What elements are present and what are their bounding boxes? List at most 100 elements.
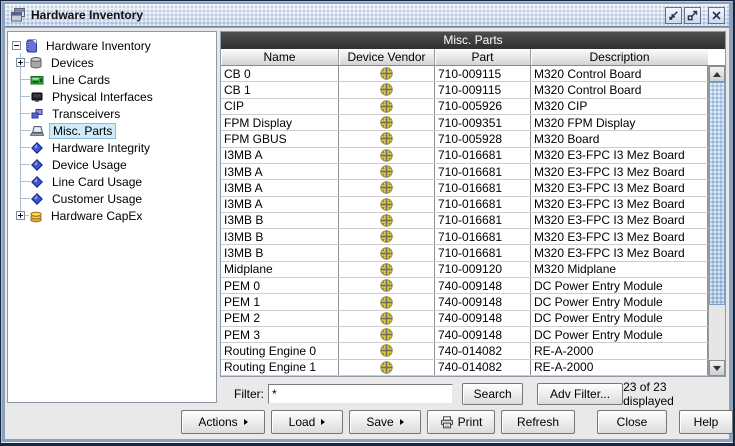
column-header-name[interactable]: Name — [221, 49, 339, 65]
save-button[interactable]: Save — [349, 410, 421, 434]
juniper-logo-icon — [380, 100, 393, 113]
tree-branch-line — [21, 164, 30, 165]
help-button[interactable]: Help — [679, 410, 733, 434]
scroll-up-button[interactable] — [709, 66, 725, 82]
column-header-part[interactable]: Part — [435, 49, 531, 65]
tree-item-label: Line Card Usage — [52, 174, 143, 189]
tree-item-line-cards[interactable]: Line Cards — [8, 71, 216, 88]
load-button[interactable]: Load — [271, 410, 343, 434]
cell-device-vendor — [339, 359, 435, 375]
laptop-icon — [30, 124, 45, 138]
cell-device-vendor — [339, 163, 435, 180]
cell-part: 740-014082 — [435, 359, 531, 375]
button-label: Close — [616, 415, 648, 429]
tree-item-device-usage[interactable]: Device Usage — [8, 156, 216, 173]
title-bar: Hardware Inventory — [5, 4, 729, 27]
expand-toggle-icon[interactable] — [16, 211, 25, 220]
footer-button-bar: Actions Load Save Print Refresh Close Help — [5, 409, 733, 435]
cell-description: RE-A-2000 — [531, 343, 708, 359]
table-row[interactable]: I3MB B 710-016681 M320 E3-FPC I3 Mez Board — [221, 229, 708, 246]
table-row[interactable]: CB 1 710-009115 M320 Control Board — [221, 82, 708, 99]
cell-device-vendor — [339, 212, 435, 229]
button-label: Actions — [198, 415, 238, 429]
printer-icon — [440, 415, 454, 429]
table-row[interactable]: PEM 1 740-009148 DC Power Entry Module — [221, 294, 708, 311]
table-row[interactable]: CIP 710-005926 M320 CIP — [221, 98, 708, 115]
tree-item-hardware-inventory[interactable]: Hardware Inventory — [8, 37, 216, 54]
button-label: Refresh — [516, 415, 560, 429]
table-row[interactable]: CB 0 710-009115 M320 Control Board — [221, 66, 708, 83]
cell-name: I3MB A — [221, 163, 339, 180]
actions-button[interactable]: Actions — [181, 410, 265, 434]
tree-item-hardware-integrity[interactable]: Hardware Integrity — [8, 139, 216, 156]
cell-device-vendor — [339, 180, 435, 196]
cell-name: I3MB A — [221, 180, 339, 196]
juniper-logo-icon — [380, 279, 393, 292]
table-row[interactable]: FPM Display 710-009351 M320 FPM Display — [221, 114, 708, 132]
table-row[interactable]: FPM GBUS 710-005928 M320 Board — [221, 131, 708, 148]
filter-input[interactable] — [268, 383, 454, 404]
table-row[interactable]: PEM 0 740-009148 DC Power Entry Module — [221, 278, 708, 295]
tree-item-devices[interactable]: Devices — [8, 54, 216, 71]
close-button[interactable]: Close — [597, 410, 667, 434]
scrollbar-thumb[interactable] — [709, 82, 725, 306]
juniper-logo-icon — [380, 295, 393, 309]
tree-item-hardware-capex[interactable]: Hardware CapEx — [8, 207, 216, 224]
cell-description: DC Power Entry Module — [531, 278, 708, 294]
cell-description: M320 Board — [531, 131, 708, 147]
tree-branch-line — [21, 79, 30, 80]
scroll-down-button[interactable] — [709, 360, 725, 376]
table-row[interactable]: I3MB A 710-016681 M320 E3-FPC I3 Mez Board — [221, 163, 708, 181]
column-header-description[interactable]: Description — [531, 49, 708, 65]
tree-item-physical-interfaces[interactable]: Physical Interfaces — [8, 88, 216, 105]
physical-interface-icon — [30, 90, 45, 104]
table-row[interactable]: PEM 3 740-009148 DC Power Entry Module — [221, 327, 708, 344]
table-row[interactable]: Midplane 710-009120 M320 Midplane — [221, 261, 708, 279]
cell-device-vendor — [339, 114, 435, 131]
button-label: Search — [473, 386, 512, 401]
minimize-button[interactable] — [665, 6, 682, 24]
collapse-toggle-icon[interactable] — [12, 41, 21, 50]
close-button[interactable] — [708, 6, 725, 24]
cell-part: 710-016681 — [435, 147, 531, 163]
juniper-logo-icon — [380, 181, 393, 195]
table-row[interactable]: I3MB B 710-016681 M320 E3-FPC I3 Mez Board — [221, 245, 708, 262]
table-row[interactable]: I3MB A 710-016681 M320 E3-FPC I3 Mez Board — [221, 147, 708, 164]
cell-name: FPM Display — [221, 114, 339, 131]
expand-toggle-icon[interactable] — [16, 58, 25, 67]
window-content: Hardware Inventory Devices Line Cards Physi… — [5, 28, 733, 439]
tree-item-label: Hardware CapEx — [51, 208, 143, 223]
print-button[interactable]: Print — [427, 410, 495, 434]
table-row[interactable]: PEM 2 740-009148 DC Power Entry Module — [221, 310, 708, 327]
tree-item-misc-parts[interactable]: Misc. Parts — [8, 122, 216, 139]
table-row[interactable]: I3MB B 710-016681 M320 E3-FPC I3 Mez Board — [221, 212, 708, 230]
table-row[interactable]: Routing Engine 0 740-014082 RE-A-2000 — [221, 343, 708, 360]
tree-item-transceivers[interactable]: Transceivers — [8, 105, 216, 122]
cell-description: M320 E3-FPC I3 Mez Board — [531, 163, 708, 180]
cell-device-vendor — [339, 131, 435, 147]
table-row[interactable]: I3MB A 710-016681 M320 E3-FPC I3 Mez Board — [221, 196, 708, 213]
juniper-logo-icon — [380, 148, 393, 162]
cell-description: RE-A-2000 — [531, 359, 708, 375]
table-row[interactable]: I3MB A 710-016681 M320 E3-FPC I3 Mez Board — [221, 180, 708, 197]
juniper-logo-icon — [380, 312, 393, 325]
parts-table-panel: Misc. Parts Name Device Vendor Part Descrip… — [220, 31, 726, 377]
cell-device-vendor — [339, 66, 435, 82]
cell-name: CB 1 — [221, 82, 339, 98]
cell-part: 740-009148 — [435, 327, 531, 343]
adv-filter-button[interactable]: Adv Filter... — [537, 382, 624, 405]
search-button[interactable]: Search — [462, 382, 524, 405]
window-controls — [663, 6, 725, 24]
tree-item-customer-usage[interactable]: Customer Usage — [8, 190, 216, 207]
tree-item-label: Misc. Parts — [49, 122, 117, 139]
cell-description: DC Power Entry Module — [531, 310, 708, 326]
column-header-device-vendor[interactable]: Device Vendor — [339, 49, 435, 65]
maximize-button[interactable] — [684, 6, 701, 24]
tree-item-label: Device Usage — [52, 157, 127, 172]
refresh-button[interactable]: Refresh — [501, 410, 575, 434]
vertical-scrollbar[interactable] — [708, 66, 725, 376]
cell-description: M320 E3-FPC I3 Mez Board — [531, 245, 708, 261]
tree-branch-line — [21, 181, 30, 182]
tree-item-line-card-usage[interactable]: Line Card Usage — [8, 173, 216, 190]
table-row[interactable]: Routing Engine 1 740-014082 RE-A-2000 — [221, 359, 708, 376]
